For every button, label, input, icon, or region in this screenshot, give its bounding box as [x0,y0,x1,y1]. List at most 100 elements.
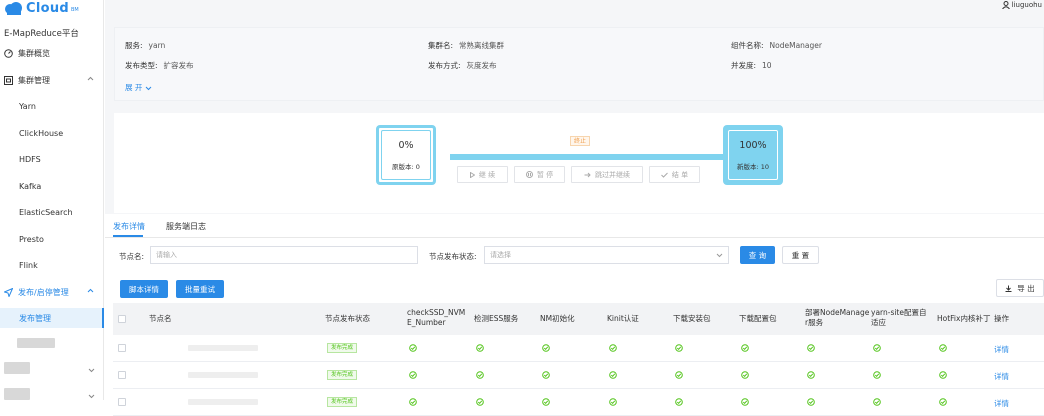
sidebar-item-label: Flink [19,260,38,270]
info-method: 发布方式: 灰度发布 [428,60,497,71]
check-circle-icon [476,371,484,379]
header-node: 节点名 [149,314,172,323]
button-label: 继 续 [478,170,496,179]
chevron-down-icon [88,368,95,373]
sidebar-item-yarn[interactable]: Yarn [0,97,104,115]
detail-link[interactable]: 详情 [994,371,1009,382]
product-name: E-MapReduce平台 [4,29,79,39]
table-row: 发布完成 详情 [113,389,1044,416]
info-key: 集群名: [428,41,454,50]
sidebar-item-label: 集群管理 [18,75,50,85]
info-value: 10 [762,61,772,70]
pause-icon [525,171,533,178]
tab-server-log[interactable]: 服务端日志 [166,221,206,232]
button-label: 结 单 [671,170,689,179]
old-version-count: 原版本: 0 [392,163,420,171]
blurred-item [4,388,30,400]
batch-retry-button[interactable]: 批量重试 [176,280,224,298]
status-tag: 发布完成 [327,343,358,353]
user-menu[interactable]: liuguohu [1001,1,1042,9]
button-label: 暂 停 [536,170,554,179]
query-button[interactable]: 查 询 [740,246,775,264]
new-version-count: 新版本: 10 [736,163,770,171]
sidebar-item-cluster-manage[interactable]: 集群管理 [0,71,104,89]
progress-bar [450,154,726,160]
script-detail-button[interactable]: 脚本详情 [120,280,168,298]
check-circle-icon [939,398,947,406]
check-circle-icon [939,371,947,379]
sidebar-item-overview[interactable]: 集群概览 [0,44,104,62]
sidebar-item-label: Kafka [19,181,42,191]
placeholder: 请输入 [156,251,177,259]
node-name-redacted [188,345,258,351]
chevron-down-icon [145,86,152,91]
chevron-up-icon [87,288,94,293]
sidebar-item-flink[interactable]: Flink [0,256,104,274]
table-row: 发布完成 详情 [113,335,1044,362]
blurred-item [4,362,30,374]
export-button[interactable]: 导 出 [996,279,1044,297]
button-label: 跳过并继续 [595,170,630,179]
download-icon [1005,285,1012,292]
info-service: 服务: yarn [125,40,165,51]
sidebar-item-hdfs[interactable]: HDFS [0,150,104,168]
node-status-label: 节点发布状态: [429,252,477,261]
pause-button[interactable]: 暂 停 [514,166,565,183]
tab-release-detail[interactable]: 发布详情 [113,221,145,232]
play-icon [469,171,475,178]
new-version-inner [728,130,778,180]
release-progress-panel: 0% 原版本: 0 终止 100% 新版本: 10 继 续 暂 停 跳过并继续 … [114,113,1044,213]
check-circle-icon [542,398,550,406]
chevron-down-icon [88,394,95,399]
detail-link[interactable]: 详情 [994,344,1009,355]
placeholder: 请选择 [490,251,511,259]
select-all-checkbox[interactable] [118,315,126,323]
user-icon [1001,1,1010,9]
logo-text: Cloud [26,0,69,16]
sidebar-item-kafka[interactable]: Kafka [0,177,104,195]
brand-logo[interactable]: Cloud BM [4,0,79,16]
check-circle-icon [807,371,815,379]
check-circle-icon [807,398,815,406]
table-row: 发布完成 详情 [113,362,1044,389]
info-value: 常熟离线集群 [459,41,505,50]
continue-button[interactable]: 继 续 [457,166,508,183]
finish-button[interactable]: 结 单 [649,166,700,183]
sidebar-item-release-manage[interactable]: 发布管理 [0,308,104,328]
row-checkbox[interactable] [118,371,126,379]
check-circle-icon [741,371,749,379]
arrow-right-icon [584,172,591,178]
sidebar-item-label: ClickHouse [19,128,64,138]
old-version-inner [381,130,431,180]
info-value: 扩容发布 [163,61,194,70]
info-value: NodeManager [769,41,822,50]
header-line: yarn-site配置自 [871,308,927,317]
row-checkbox[interactable] [118,398,126,406]
check-circle-icon [476,398,484,406]
details-panel: 发布详情 服务端日志 节点名: 请输入 节点发布状态: 请选择 查 询 重 置 … [105,214,1044,416]
blurred-item [17,338,55,348]
check-circle-icon [807,344,815,352]
sidebar-item-label: Presto [19,234,44,244]
expand-link[interactable]: 展 开 [125,82,152,93]
header-line: checkSSD_NVM [407,308,466,317]
node-status-select[interactable]: 请选择 [484,246,729,264]
info-value: yarn [148,41,166,50]
header-line: 部署NodeManage [805,308,870,317]
check-icon [661,172,668,178]
sidebar-item-release-manage-group[interactable]: 发布/启停管理 [0,283,104,301]
sidebar-item-elasticsearch[interactable]: ElasticSearch [0,203,104,221]
sidebar-item-label: 集群概览 [18,48,50,58]
node-name-input[interactable]: 请输入 [150,246,418,264]
row-checkbox[interactable] [118,344,126,352]
check-circle-icon [409,344,417,352]
info-cluster: 集群名: 常熟离线集群 [428,40,504,51]
new-version-percent: 100% [739,140,767,151]
check-circle-icon [939,344,947,352]
chevron-up-icon [87,76,94,81]
sidebar-item-clickhouse[interactable]: ClickHouse [0,124,104,142]
sidebar-item-presto[interactable]: Presto [0,230,104,248]
reset-button[interactable]: 重 置 [782,246,819,264]
skip-continue-button[interactable]: 跳过并继续 [571,166,643,183]
info-type: 发布类型: 扩容发布 [125,60,194,71]
